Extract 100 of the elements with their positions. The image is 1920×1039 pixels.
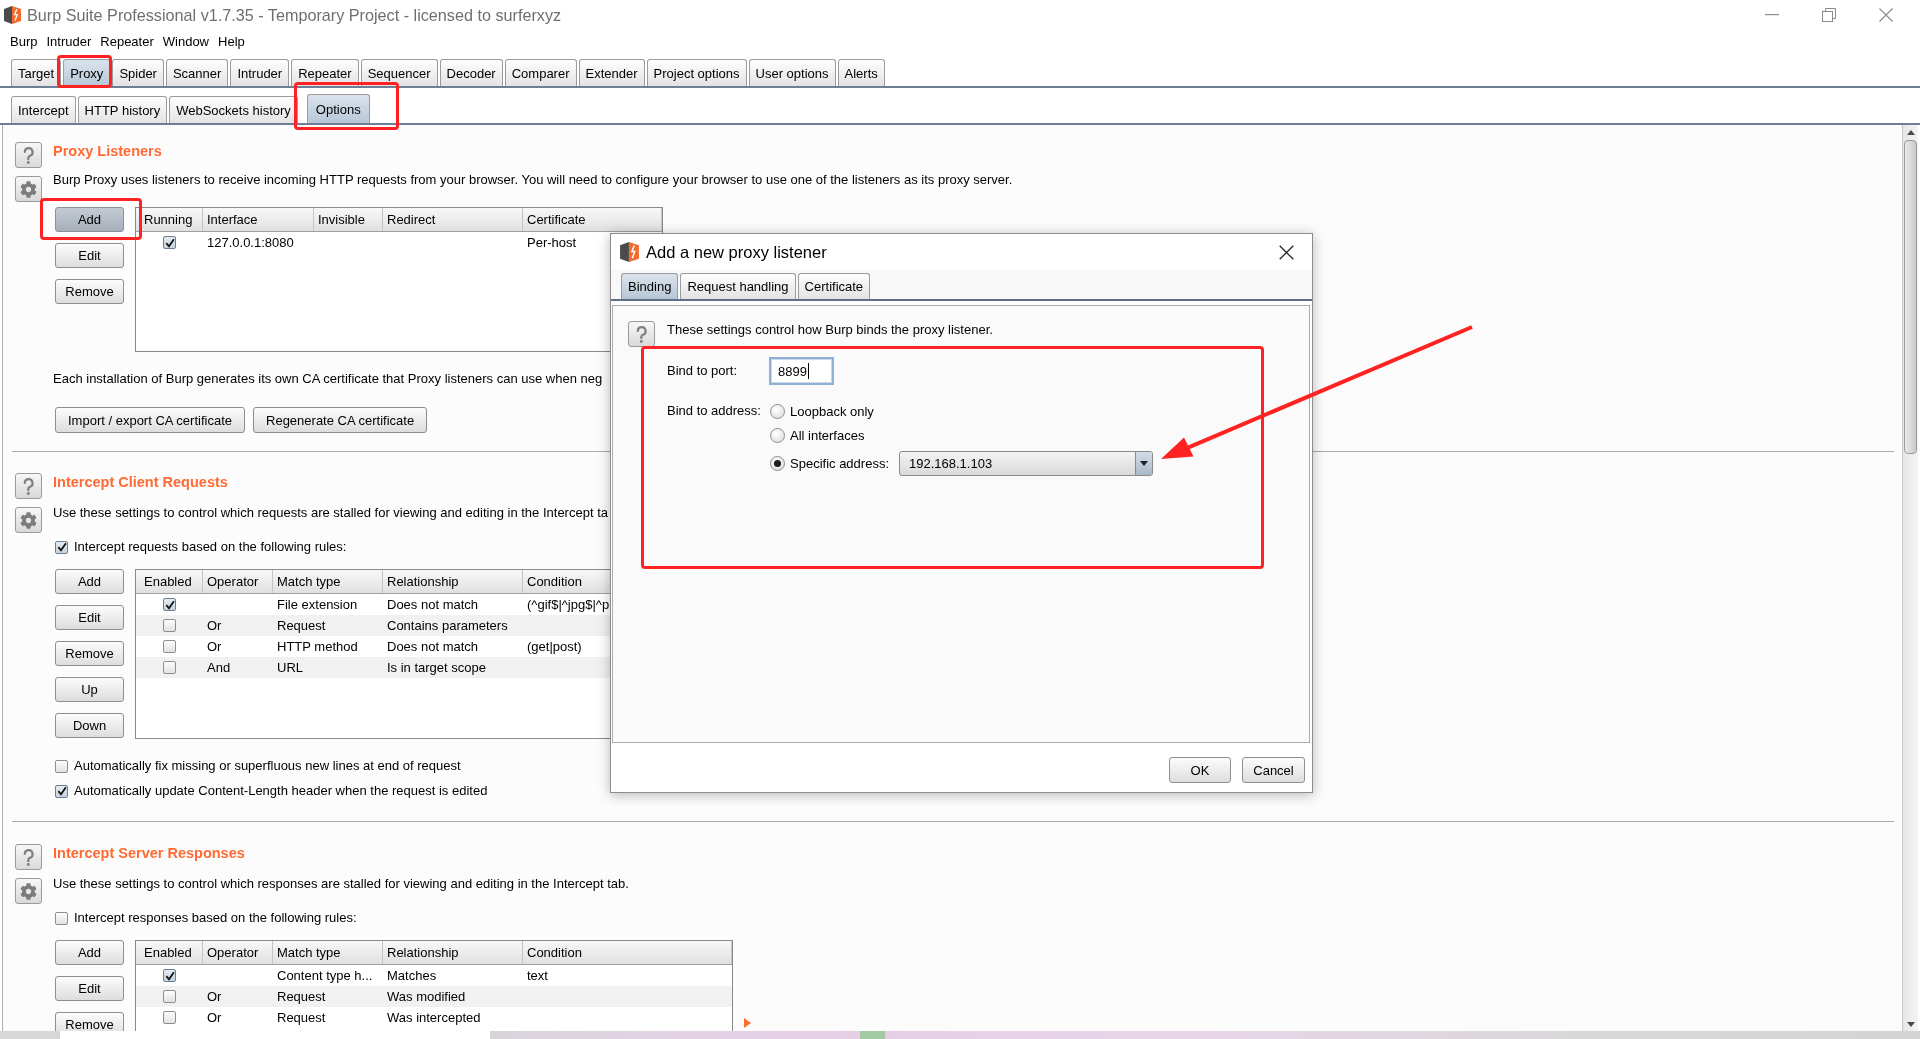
action-button[interactable]: Add	[55, 940, 124, 965]
action-button[interactable]: Remove	[55, 641, 124, 666]
column-header[interactable]: Operator	[207, 574, 259, 589]
tab[interactable]: Sequencer	[360, 59, 438, 86]
column-header[interactable]: Certificate	[527, 212, 586, 227]
settings-icon[interactable]	[15, 878, 42, 904]
tab[interactable]: Intercept	[11, 96, 76, 123]
action-button[interactable]: Add	[55, 207, 124, 232]
highlight-frame	[57, 55, 112, 88]
tab[interactable]: Target	[11, 59, 62, 86]
checkbox[interactable]	[163, 598, 176, 611]
checkbox[interactable]	[163, 236, 176, 249]
tab[interactable]: Spider	[112, 59, 164, 86]
action-button[interactable]: Up	[55, 677, 124, 702]
column-header[interactable]: Running	[144, 212, 193, 227]
cell-text: Request	[277, 989, 326, 1004]
field-label: Bind to address:	[667, 402, 761, 420]
checkbox[interactable]	[163, 661, 176, 674]
column-header[interactable]: Operator	[207, 945, 259, 960]
column-header[interactable]: Enabled	[144, 945, 192, 960]
tab[interactable]: Comparer	[504, 59, 577, 86]
checkbox-label[interactable]: Intercept responses based on the following rules:	[74, 910, 357, 926]
tab[interactable]: Extender	[578, 59, 645, 86]
tab[interactable]: Options	[306, 94, 370, 123]
tab[interactable]: Binding	[621, 273, 679, 299]
column-header[interactable]: Invisible	[318, 212, 365, 227]
menu-item[interactable]: Intruder	[43, 33, 95, 49]
column-header[interactable]: Match type	[277, 945, 341, 960]
checkbox[interactable]	[55, 784, 68, 798]
action-button[interactable]: Add	[55, 569, 124, 594]
help-icon[interactable]	[15, 844, 42, 870]
cell-text: Was intercepted	[387, 1010, 481, 1025]
radio-button[interactable]	[770, 403, 785, 419]
column-header[interactable]: Relationship	[387, 574, 459, 589]
close-icon[interactable]	[1279, 244, 1294, 260]
help-icon[interactable]	[15, 473, 42, 499]
radio-label[interactable]: Loopback only	[790, 403, 874, 419]
radio-label[interactable]: All interfaces	[790, 427, 865, 443]
help-icon[interactable]	[628, 321, 655, 347]
tab[interactable]: Request handling	[680, 273, 796, 299]
checkbox[interactable]	[55, 540, 68, 554]
port-input[interactable]: 8899	[769, 357, 834, 385]
menu-item[interactable]: Repeater	[97, 33, 157, 49]
tab[interactable]: WebSockets history	[169, 96, 298, 123]
column-header[interactable]: Condition	[527, 574, 582, 589]
settings-icon[interactable]	[15, 507, 42, 533]
checkbox[interactable]	[163, 619, 176, 632]
action-button[interactable]: Regenerate CA certificate	[253, 407, 428, 433]
settings-icon[interactable]	[15, 176, 42, 202]
dialog-button[interactable]: Cancel	[1242, 757, 1305, 783]
field-label: Bind to port:	[667, 362, 738, 380]
column-header[interactable]: Enabled	[144, 574, 192, 589]
tab[interactable]: Repeater	[291, 59, 359, 86]
cell-text: Or	[207, 639, 222, 654]
tab[interactable]: Intruder	[230, 59, 290, 86]
help-icon[interactable]	[15, 142, 42, 168]
radio-button[interactable]	[770, 456, 785, 471]
checkbox[interactable]	[55, 911, 68, 925]
section-heading: Intercept Server Responses	[53, 844, 245, 862]
checkbox[interactable]	[163, 640, 176, 653]
action-button[interactable]: Remove	[55, 1012, 124, 1031]
tab[interactable]: User options	[748, 59, 836, 86]
checkbox-label[interactable]: Automatically update Content-Length header when the request is edited	[74, 783, 488, 799]
action-button[interactable]: Edit	[55, 605, 124, 630]
radio-label[interactable]: Specific address:	[790, 456, 889, 471]
radio-button[interactable]	[770, 427, 785, 443]
vertical-scrollbar[interactable]	[1902, 125, 1918, 1031]
tab[interactable]: Project options	[646, 59, 747, 86]
column-header[interactable]: Condition	[527, 945, 582, 960]
tab[interactable]: Alerts	[837, 59, 885, 86]
checkbox-label[interactable]: Intercept requests based on the following rules:	[74, 539, 347, 555]
minimize-icon[interactable]	[1765, 14, 1779, 16]
checkbox[interactable]	[163, 1011, 176, 1024]
tab[interactable]: HTTP history	[77, 96, 168, 123]
action-button[interactable]: Edit	[55, 243, 124, 268]
menu-item[interactable]: Burp	[7, 33, 41, 49]
checkbox-label[interactable]: Automatically fix missing or superfluous new lines at end of request	[74, 758, 461, 774]
column-header[interactable]: Match type	[277, 574, 341, 589]
checkbox[interactable]	[55, 759, 68, 773]
address-dropdown[interactable]: 192.168.1.103	[899, 451, 1153, 476]
dialog-button[interactable]: OK	[1169, 757, 1231, 783]
column-header[interactable]: Redirect	[387, 212, 436, 227]
menu-item[interactable]: Help	[215, 33, 248, 49]
column-header[interactable]: Interface	[207, 212, 258, 227]
checkbox[interactable]	[163, 969, 176, 982]
menu-item[interactable]: Window	[159, 33, 212, 49]
action-button[interactable]: Remove	[55, 279, 124, 304]
action-button[interactable]: Down	[55, 713, 124, 738]
section-heading: Intercept Client Requests	[53, 473, 228, 491]
action-button[interactable]: Edit	[55, 976, 124, 1001]
tab[interactable]: Decoder	[439, 59, 503, 86]
column-header[interactable]: Relationship	[387, 945, 459, 960]
cell-text: Contains parameters	[387, 618, 508, 633]
restore-icon[interactable]	[1822, 8, 1836, 22]
tab[interactable]: Certificate	[797, 273, 871, 299]
scrollbar-thumb[interactable]	[1904, 140, 1917, 454]
text-cursor-icon	[807, 363, 809, 379]
tab[interactable]: Scanner	[165, 59, 229, 86]
checkbox[interactable]	[163, 990, 176, 1003]
action-button[interactable]: Import / export CA certificate	[55, 407, 245, 433]
